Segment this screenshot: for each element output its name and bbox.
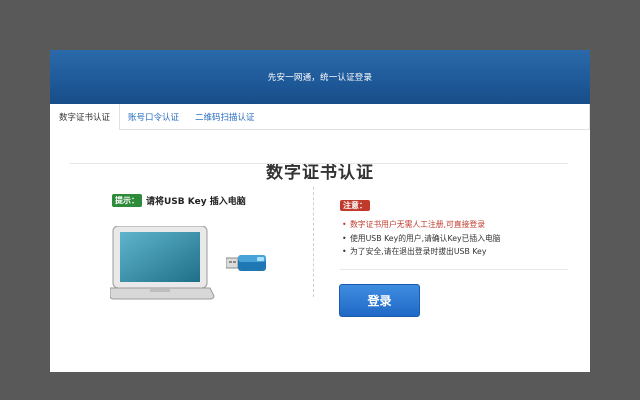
tabs-divider (589, 104, 590, 130)
notice-box: 注意： 数字证书用户无需人工注册,可直接登录 使用USB Key的用户,请确认K… (340, 193, 501, 259)
notice-item: 数字证书用户无需人工注册,可直接登录 (340, 218, 501, 232)
notice-item: 为了安全,请在退出登录时拔出USB Key (340, 245, 501, 259)
usb-tip: 提示： 请将USB Key 插入电脑 (112, 194, 246, 207)
tip-text: 请将USB Key 插入电脑 (146, 197, 246, 207)
notice-divider (340, 269, 568, 270)
title-divider (70, 163, 568, 164)
notice-item: 使用USB Key的用户,请确认Key已插入电脑 (340, 232, 501, 246)
page-title: 数字证书认证 (266, 163, 374, 183)
header-title: 先安一网通，统一认证登录 (267, 73, 373, 83)
notice-list: 数字证书用户无需人工注册,可直接登录 使用USB Key的用户,请确认Key已插… (340, 218, 501, 259)
tip-badge: 提示： (112, 194, 142, 207)
column-divider (313, 187, 314, 297)
tab-qrcode[interactable]: 二维码扫描认证 (187, 104, 263, 129)
tab-password[interactable]: 账号口令认证 (120, 104, 187, 129)
usb-key-icon (225, 251, 268, 279)
login-button[interactable]: 登录 (339, 284, 420, 317)
tab-certificate[interactable]: 数字证书认证 (50, 104, 121, 130)
header-banner: 先安一网通，统一认证登录 (50, 50, 590, 104)
notice-badge: 注意： (340, 200, 370, 211)
auth-tabs: 数字证书认证 账号口令认证 二维码扫描认证 (50, 104, 590, 130)
laptop-icon (109, 225, 216, 352)
